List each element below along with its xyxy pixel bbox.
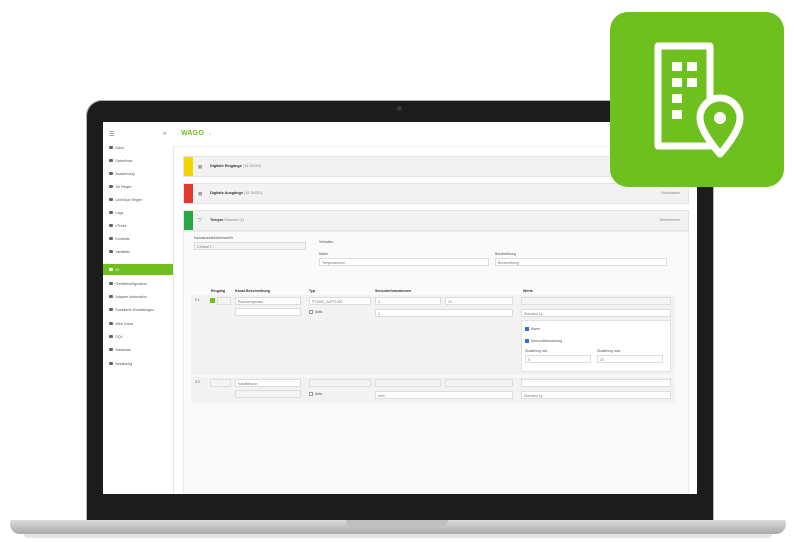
sensor-monitoring-checkbox[interactable]: Sensorüberwachung [525,339,562,344]
alarm-checkbox[interactable]: Alarm [525,327,540,332]
channel-status-icon [210,298,215,303]
channel-description-input-2[interactable] [235,308,301,316]
sensor-select[interactable]: Kein [375,391,513,399]
laptop-base-shadow [24,534,772,538]
sql-icon [109,334,113,339]
sidebar-item-hardware[interactable]: Hardware [103,344,173,355]
controller-icon [109,184,113,189]
flow-icon [109,158,113,163]
status-tag-yellow [184,157,193,176]
variables-icon [109,249,113,254]
laptop-camera [397,106,402,111]
values-panel [521,320,671,372]
col-header-sensor: Sensorinformationen [375,289,412,293]
hardware-icon [109,347,113,352]
sensor-min-input[interactable]: 0 [375,297,441,305]
scale-min-input[interactable]: 0 [525,355,591,363]
sidebar-item-adapter[interactable]: Adapter Information [103,291,173,302]
adapter-icon [109,294,113,299]
description-label: Beschreibung [495,252,516,256]
module-icon: ▦ [198,191,203,196]
values-select[interactable]: Standard Lg [521,309,671,317]
sidebar-item-geraetekonfiguration[interactable]: Gerätekonfiguration [103,278,173,289]
io-icon [109,267,113,272]
scale-max-label: Skalierung max [597,349,621,353]
active-checkbox[interactable]: Aktiv [309,392,322,397]
sensor-select[interactable]: 0 [375,309,513,317]
sidebar-item-dash[interactable]: Dash [103,142,173,153]
sidebar-item-logs[interactable]: Logs [103,207,173,218]
monitor-icon [109,361,113,366]
module-icon: ▦ [198,164,203,169]
sensor-max-input[interactable] [445,379,513,387]
config-label: Kanalauswahl/Adresse/Nr. [194,236,234,240]
col-header-input: Eingang [211,289,226,293]
settings-label: Verhalten [319,240,334,244]
sidebar-item-kontrolle[interactable]: Kontrolle [103,233,173,244]
tree-icon [109,223,113,228]
laptop-notch [346,520,448,527]
chart-icon [109,171,113,176]
col-header-description: Kanal-Beschreibung [235,289,270,293]
sidebar-item-sql[interactable]: SQL [103,331,173,342]
status-tag-red [184,184,193,203]
channel-description-input[interactable]: Kanalbeschr. [235,379,301,387]
logs-icon [109,210,113,215]
wago-logo: WAGO [181,130,204,137]
channel-description-input-2[interactable] [235,390,301,398]
values-display [521,379,671,387]
line-icon [109,197,113,202]
sidebar-item-tel-regler[interactable]: Tel Regler [103,181,173,192]
scale-min-label: Skalierung min [525,349,548,353]
apply-button[interactable]: Übernehmen [660,218,680,222]
description-input[interactable]: Beschreibung [495,258,667,266]
sidebar-item-monitoring[interactable]: Monitoring [103,358,173,369]
device-icon [109,281,113,286]
menu-icon[interactable]: ☰ [109,131,114,138]
channel-description-input[interactable]: Raumtemperatur [235,297,301,305]
sidebar: ☰ « Dash Datenfluss Auswertung Tel Regle… [103,122,174,494]
settings-icon [109,307,113,312]
building-location-icon [654,42,744,158]
channel-toggle[interactable] [210,379,231,387]
sidebar-item-io[interactable]: IO [103,264,173,275]
row-number: 0.1 [195,298,200,302]
sidebar-item-erweitert[interactable]: Erweiterte Einstellungen [103,304,173,315]
scale-max-input[interactable]: 20 [597,355,663,363]
name-input[interactable]: Temperatursen [319,258,489,266]
name-label: Name [319,252,329,256]
sidebar-item-web-cloud[interactable]: Web Cloud [103,318,173,329]
sensor-min-input[interactable] [375,379,441,387]
app-screen: ☰ « Dash Datenfluss Auswertung Tel Regle… [103,122,697,494]
config-select[interactable]: 2-Kanal T... [194,242,306,250]
active-checkbox[interactable]: Aktiv [309,310,322,315]
status-tag-green [184,211,193,230]
values-display [521,297,671,305]
channel-toggle[interactable] [217,297,231,305]
dashboard-icon [109,145,113,150]
control-icon [109,236,113,241]
filter-icon: ⛉ [198,218,202,223]
type-select[interactable] [309,379,371,387]
type-select[interactable]: PT1000_2L/PT1000 [309,297,371,305]
col-header-values: Werte [523,289,533,293]
sidebar-item-trees[interactable]: I/Trees [103,220,173,231]
panel-action[interactable]: Schnittstelle [661,191,680,195]
collapse-icon[interactable]: « [163,131,166,137]
sidebar-item-auswertung[interactable]: Auswertung [103,168,173,179]
col-header-type: Typ [309,289,316,293]
sidebar-item-datenfluss[interactable]: Datenfluss [103,155,173,166]
panel-temperature[interactable]: ⛉ Temper Element (1) Übernehmen [183,210,689,231]
hamburger-icon[interactable]: ≡ [209,132,211,136]
sidebar-item-linie-regler[interactable]: Linie/Ape Regler [103,194,173,205]
values-select[interactable]: Standard Lg [521,391,671,399]
building-location-badge [610,12,784,187]
sensor-max-input[interactable]: 10 [445,297,513,305]
cloud-icon [109,321,113,326]
sidebar-item-variablen[interactable]: Variablen [103,246,173,257]
row-number: 0.2 [195,380,200,384]
